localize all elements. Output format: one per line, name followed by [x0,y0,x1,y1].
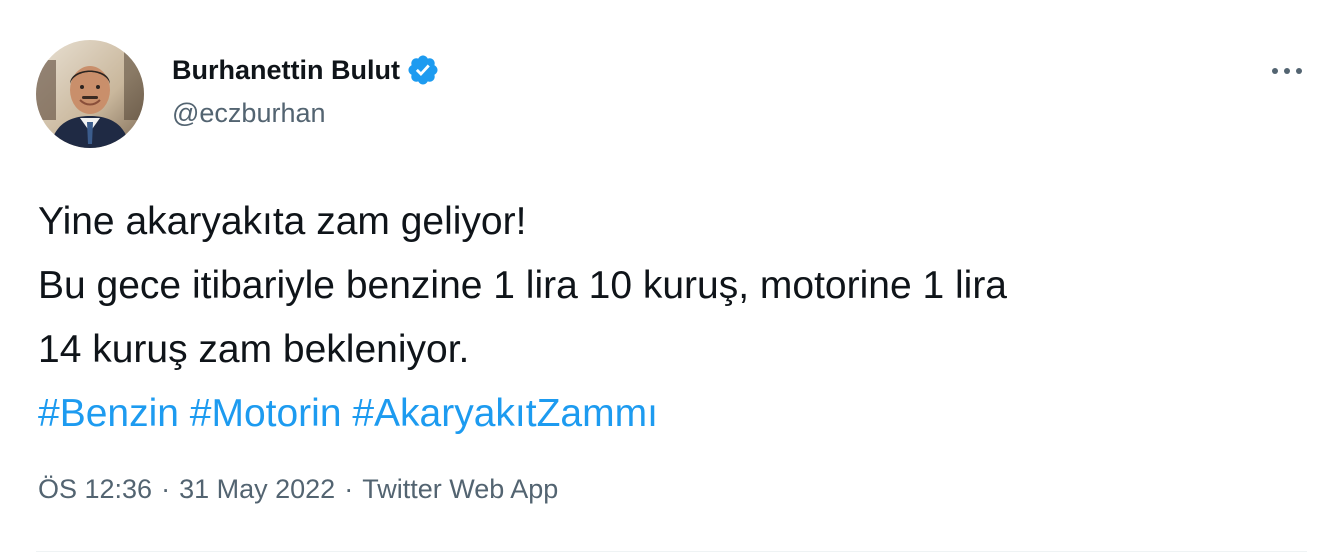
hashtag-link[interactable]: #Motorin [190,392,342,435]
tweet-text: Yine akaryakıta zam geliyor! Bu gece iti… [38,190,1318,446]
more-options-button[interactable] [1267,56,1307,86]
tweet-line: 14 kuruş zam bekleniyor. [38,328,470,371]
author-info: Burhanettin Bulut @eczburhan [172,52,440,129]
verified-badge-icon [406,53,440,87]
tweet-line: Yine akaryakıta zam geliyor! [38,200,527,243]
avatar-photo [36,40,144,148]
author-name-row: Burhanettin Bulut [172,52,440,88]
hashtag-line: #Benzin #Motorin #AkaryakıtZammı [38,382,1318,446]
author-handle[interactable]: @eczburhan [172,98,440,129]
divider [36,551,1307,552]
tweet-metadata: ÖS 12:36 · 31 May 2022 · Twitter Web App [38,474,558,505]
tweet-source[interactable]: Twitter Web App [362,474,558,504]
author-avatar[interactable] [36,40,144,148]
tweet-card: Burhanettin Bulut @eczburhan Yine akarya… [0,0,1343,555]
meta-separator: · [161,474,171,504]
more-horizontal-icon [1272,68,1302,74]
author-display-name[interactable]: Burhanettin Bulut [172,55,400,86]
tweet-date[interactable]: 31 May 2022 [179,474,335,504]
hashtag-link[interactable]: #AkaryakıtZammı [352,392,658,435]
tweet-time[interactable]: ÖS 12:36 [38,474,152,504]
hashtag-link[interactable]: #Benzin [38,392,179,435]
tweet-line: Bu gece itibariyle benzine 1 lira 10 kur… [38,264,1008,307]
meta-separator: · [344,474,354,504]
